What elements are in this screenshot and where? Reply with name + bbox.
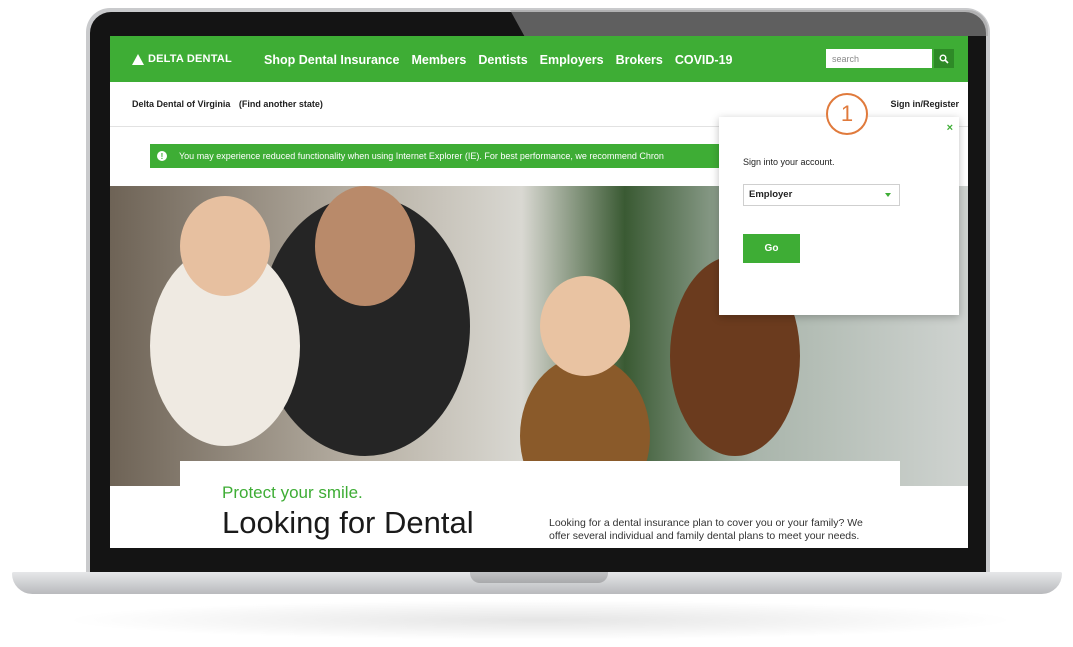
sign-in-popover: × Sign into your account. Employer Go	[719, 117, 959, 315]
find-another-state-link[interactable]: (Find another state)	[239, 99, 323, 109]
laptop-glare	[510, 10, 988, 36]
search-input[interactable]	[826, 49, 932, 68]
sign-in-register-link[interactable]: Sign in/Register	[890, 99, 959, 109]
hero-headline: Looking for Dental	[222, 505, 474, 540]
delta-dental-logo[interactable]: DELTA DENTAL	[132, 53, 232, 65]
hero-description: Looking for a dental insurance plan to c…	[549, 517, 863, 542]
nav-dentists[interactable]: Dentists	[478, 53, 527, 67]
ie-warning-banner: ! You may experience reduced functionali…	[150, 144, 750, 168]
state-label: Delta Dental of Virginia (Find another s…	[132, 99, 323, 109]
nav-members[interactable]: Members	[411, 53, 466, 67]
logo-text: DELTA DENTAL	[148, 53, 232, 65]
photo-figure-girl-face	[540, 276, 630, 376]
photo-figure-baby-face	[180, 196, 270, 296]
nav-covid-19[interactable]: COVID-19	[675, 53, 733, 67]
nav-employers[interactable]: Employers	[540, 53, 604, 67]
step-number-marker: 1	[826, 93, 868, 135]
hero-content-card: Protect your smile. Looking for Dental L…	[180, 461, 900, 548]
account-type-value: Employer	[749, 189, 793, 200]
hero-tagline: Protect your smile.	[222, 483, 363, 502]
delta-triangle-icon	[132, 53, 144, 65]
current-state: Delta Dental of Virginia	[132, 99, 231, 109]
main-nav: Shop Dental Insurance Members Dentists E…	[264, 53, 745, 67]
nav-brokers[interactable]: Brokers	[616, 53, 663, 67]
info-icon: !	[157, 151, 167, 161]
search-button[interactable]	[934, 49, 954, 68]
close-icon[interactable]: ×	[947, 122, 953, 134]
search-box	[826, 49, 955, 70]
account-type-select[interactable]: Employer	[743, 184, 900, 206]
ie-warning-text: You may experience reduced functionality…	[179, 151, 664, 161]
go-button[interactable]: Go	[743, 234, 800, 263]
top-navigation: DELTA DENTAL Shop Dental Insurance Membe…	[110, 36, 968, 82]
chevron-down-icon	[885, 193, 891, 197]
photo-figure-father-face	[315, 186, 415, 306]
search-icon	[939, 54, 949, 64]
nav-shop-dental-insurance[interactable]: Shop Dental Insurance	[264, 53, 399, 67]
sign-in-title: Sign into your account.	[743, 157, 835, 167]
laptop-shadow	[60, 600, 1020, 640]
laptop-notch	[470, 572, 608, 583]
